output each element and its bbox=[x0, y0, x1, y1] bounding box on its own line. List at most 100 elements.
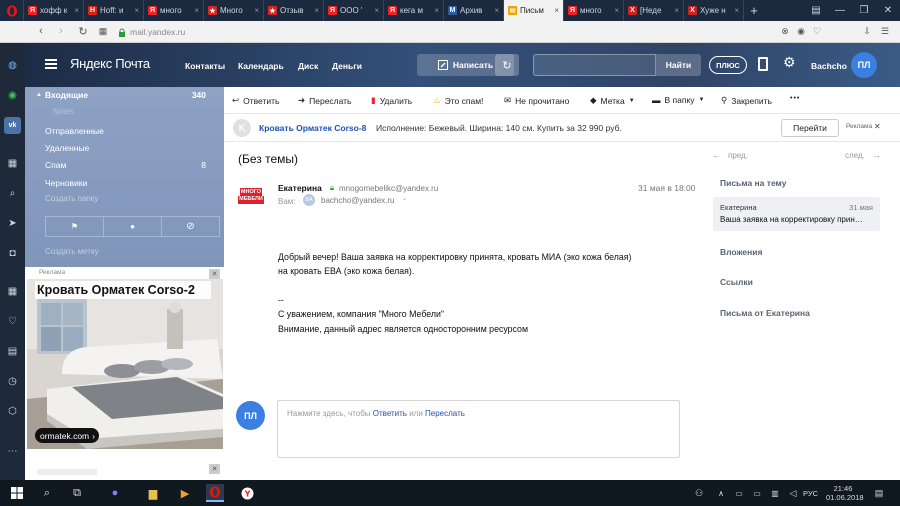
tray-chevron-icon[interactable]: ∧ bbox=[712, 484, 730, 502]
tab-close-icon[interactable]: × bbox=[674, 6, 679, 15]
camera-icon[interactable]: ◘ bbox=[4, 245, 21, 262]
vk-icon[interactable]: vk bbox=[4, 117, 21, 134]
browser-tab[interactable]: Ямного × bbox=[144, 0, 204, 21]
ad2-close-icon[interactable]: ✕ bbox=[209, 464, 220, 474]
nav-disk[interactable]: Диск bbox=[298, 61, 318, 71]
browser-tab[interactable]: M Архив × bbox=[444, 0, 504, 21]
ad-line-title[interactable]: Кровать Орматек Corso-8 bbox=[259, 123, 366, 133]
tab-close-icon[interactable]: × bbox=[314, 6, 319, 15]
volume-icon[interactable]: ◁ bbox=[784, 484, 802, 502]
news-icon[interactable]: ▤ bbox=[4, 343, 21, 360]
messenger-icon[interactable]: ◍ bbox=[4, 57, 21, 74]
tab-search-icon[interactable]: ▤ bbox=[804, 0, 828, 21]
tray-app-icon[interactable]: ▭ bbox=[730, 484, 748, 502]
theme-icon[interactable] bbox=[758, 57, 768, 71]
tab-close-icon[interactable]: × bbox=[194, 6, 199, 15]
folder-deleted[interactable]: Удаленные bbox=[45, 143, 89, 153]
browser-tab[interactable]: H Hoff: и × bbox=[84, 0, 144, 21]
quick-reply-link[interactable]: Ответить bbox=[373, 409, 407, 418]
tab-close-icon[interactable]: × bbox=[734, 6, 739, 15]
apps-grid-icon[interactable]: ▦ bbox=[4, 283, 21, 300]
recipient-email[interactable]: bachcho@yandex.ru bbox=[321, 196, 395, 205]
spam-button[interactable]: ♨ Это спам! bbox=[433, 95, 483, 106]
folder-spam[interactable]: Спам bbox=[45, 160, 66, 170]
task-view-icon[interactable]: ⧉ bbox=[68, 484, 86, 502]
search-icon[interactable]: ⌕ bbox=[4, 185, 21, 202]
folder-drafts[interactable]: Черновики bbox=[45, 178, 87, 188]
reload-button[interactable]: ↻ bbox=[76, 24, 90, 38]
ad-title[interactable]: Кровать Орматек Corso-2 bbox=[35, 281, 211, 299]
ad-banner-line[interactable]: K Кровать Орматек Corso-8 Исполнение: Бе… bbox=[224, 114, 900, 142]
clock[interactable]: 21:46 01.06.2018 bbox=[826, 484, 864, 502]
browser-tab[interactable]: ★ Отзыв × bbox=[264, 0, 324, 21]
tab-close-icon[interactable]: × bbox=[554, 6, 559, 15]
tab-close-icon[interactable]: × bbox=[374, 6, 379, 15]
vpn-icon[interactable]: ⊗ bbox=[778, 24, 792, 38]
opera-menu-button[interactable] bbox=[0, 0, 24, 21]
opera-taskbar-icon[interactable] bbox=[206, 484, 224, 502]
extensions-icon[interactable]: ⬡ bbox=[4, 403, 21, 420]
pin-button[interactable]: ⚲ Закрепить bbox=[721, 95, 772, 106]
downloads-icon[interactable]: ⇩ bbox=[860, 24, 874, 38]
settings-gear-icon[interactable]: ⚙ bbox=[783, 54, 796, 71]
file-explorer-icon[interactable]: ▆ bbox=[144, 484, 162, 502]
unread-button[interactable]: ✉ Не прочитано bbox=[504, 95, 569, 106]
ad-line-close-icon[interactable]: ✕ bbox=[874, 122, 881, 131]
mail-search-input[interactable] bbox=[533, 54, 656, 76]
close-window-button[interactable]: ✕ bbox=[876, 0, 900, 21]
sender-name[interactable]: Екатерина bbox=[278, 183, 322, 193]
notifications-icon[interactable]: ▤ bbox=[870, 484, 888, 502]
send-icon[interactable]: ➤ bbox=[4, 215, 21, 232]
yandex-mail-logo[interactable]: Яндекс Почта bbox=[70, 56, 150, 71]
nav-contacts[interactable]: Контакты bbox=[185, 61, 225, 71]
windows-start-icon[interactable] bbox=[8, 484, 26, 502]
delete-button[interactable]: ▮ Удалить bbox=[371, 95, 412, 106]
sender-letters-section[interactable]: Письма от Екатерина bbox=[720, 308, 810, 318]
browser-tab[interactable]: ✉ Письм × bbox=[504, 0, 564, 21]
taskbar-search-icon[interactable]: ⌕ bbox=[38, 484, 56, 502]
screenshot-icon[interactable]: ◉ bbox=[794, 24, 808, 38]
network-icon[interactable]: ▥ bbox=[766, 484, 784, 502]
nav-calendar[interactable]: Календарь bbox=[238, 61, 284, 71]
new-tab-button[interactable]: + bbox=[744, 0, 764, 21]
user-avatar[interactable]: ПЛ bbox=[851, 52, 877, 78]
folder-sent[interactable]: Отправленные bbox=[45, 126, 104, 136]
tab-close-icon[interactable]: × bbox=[614, 6, 619, 15]
label-button[interactable]: ◆ Метка ▼ bbox=[590, 95, 635, 106]
unread-filter-icon[interactable]: ● bbox=[104, 217, 162, 236]
speed-dial-icon[interactable]: ▦ bbox=[96, 24, 110, 38]
more-actions-icon[interactable]: ••• bbox=[790, 95, 800, 102]
next-link[interactable]: след. bbox=[845, 151, 865, 160]
bookmark-heart-icon[interactable]: ♡ bbox=[810, 24, 824, 38]
browser-tab[interactable]: ★ Много × bbox=[204, 0, 264, 21]
browser-tab[interactable]: Ямного × bbox=[564, 0, 624, 21]
voice-assistant-icon[interactable]: ● bbox=[106, 484, 124, 502]
easy-setup-icon[interactable]: ☰ bbox=[878, 24, 892, 38]
collapse-triangle-icon[interactable]: ▲ bbox=[36, 92, 42, 98]
folder-notes[interactable]: Notes bbox=[53, 107, 74, 116]
thread-item[interactable]: Екатерина 31 мая Ваша заявка на корректи… bbox=[713, 197, 880, 231]
ad-domain-button[interactable]: ormatek.com › bbox=[35, 428, 99, 443]
browser-tab[interactable]: X [Неде × bbox=[624, 0, 684, 21]
back-button[interactable]: ‹ bbox=[34, 24, 48, 38]
prev-link[interactable]: пред. bbox=[728, 151, 748, 160]
folder-inbox[interactable]: Входящие bbox=[45, 90, 88, 100]
media-player-icon[interactable]: ▶ bbox=[176, 484, 194, 502]
tab-close-icon[interactable]: × bbox=[254, 6, 259, 15]
speed-dial-sidebar-icon[interactable]: ▦ bbox=[4, 155, 21, 172]
tab-close-icon[interactable]: × bbox=[134, 6, 139, 15]
forward-button-mail[interactable]: ➜ Переслать bbox=[298, 95, 352, 106]
browser-tab[interactable]: Якега м × bbox=[384, 0, 444, 21]
tray-app2-icon[interactable]: ▭ bbox=[748, 484, 766, 502]
url-field[interactable]: mail.yandex.ru bbox=[118, 25, 778, 39]
people-icon[interactable]: ⚇ bbox=[690, 484, 708, 502]
prev-arrow-icon[interactable]: ← bbox=[712, 150, 721, 160]
browser-tab[interactable]: Я ООО ' × bbox=[324, 0, 384, 21]
quick-reply-box[interactable]: Нажмите здесь, чтобы Ответить или Пересл… bbox=[277, 400, 680, 458]
username[interactable]: Bachcho bbox=[811, 61, 847, 71]
forward-button[interactable]: › bbox=[54, 24, 68, 38]
quick-forward-link[interactable]: Переслать bbox=[425, 409, 465, 418]
tab-close-icon[interactable]: × bbox=[74, 6, 79, 15]
ad-image[interactable] bbox=[27, 279, 223, 449]
create-label-link[interactable]: Создать метку bbox=[45, 247, 99, 256]
